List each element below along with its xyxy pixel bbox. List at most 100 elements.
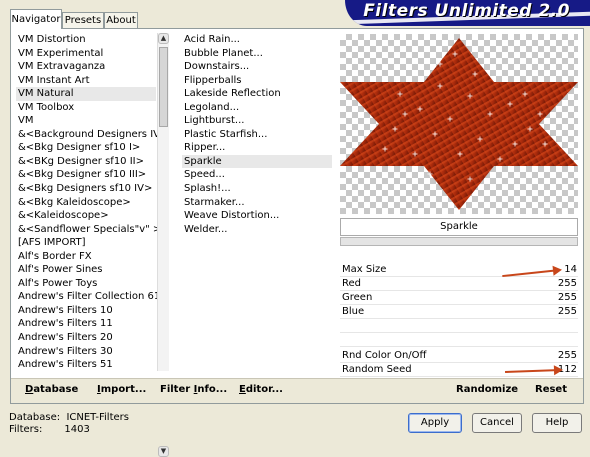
cancel-button[interactable]: Cancel xyxy=(472,413,522,433)
sparkle-mark xyxy=(479,136,481,142)
tab-about[interactable]: About xyxy=(104,12,138,28)
category-item[interactable]: Alf's Power Toys xyxy=(16,277,156,291)
sparkle-mark xyxy=(434,131,436,137)
filter-list[interactable]: Acid Rain... Bubble Planet... Downstairs..… xyxy=(182,33,332,236)
category-item[interactable]: Alf's Power Sines xyxy=(16,263,156,277)
sparkle-mark xyxy=(514,141,516,147)
category-item[interactable]: VM xyxy=(16,114,156,128)
import-link[interactable]: Import... xyxy=(97,384,146,395)
filter-item[interactable]: Legoland... xyxy=(182,101,332,115)
sparkle-mark xyxy=(439,61,441,67)
param-blue[interactable]: Blue 255 xyxy=(340,305,578,319)
category-item[interactable]: &<Bkg Kaleidoscope> xyxy=(16,196,156,210)
filter-item[interactable]: Lakeside Reflection xyxy=(182,87,332,101)
sparkle-mark xyxy=(439,83,441,89)
sparkle-mark xyxy=(544,141,546,147)
param-value: 14 xyxy=(564,264,577,275)
sparkle-mark xyxy=(419,106,421,112)
param-label: Blue xyxy=(342,306,365,317)
category-item[interactable]: VM Toolbox xyxy=(16,101,156,115)
filter-item[interactable]: Sparkle xyxy=(182,154,332,169)
tab-presets[interactable]: Presets xyxy=(62,12,104,28)
category-list[interactable]: VM Distortion VM Experimental VM Extravaga… xyxy=(16,33,168,372)
tab-navigator[interactable]: Navigator xyxy=(10,9,62,29)
param-value: 255 xyxy=(557,278,577,289)
sparkle-mark xyxy=(509,101,511,107)
help-button[interactable]: Help xyxy=(532,413,582,433)
category-item[interactable]: Andrew's Filters 11 xyxy=(16,317,156,331)
banner-title: Filters Unlimited 2.0 xyxy=(363,1,570,21)
sparkle-mark xyxy=(459,151,461,157)
param-label: Max Size xyxy=(342,264,387,275)
category-item[interactable]: VM Distortion xyxy=(16,33,156,47)
param-empty xyxy=(340,333,578,347)
category-item[interactable]: Andrew's Filters 30 xyxy=(16,345,156,359)
param-label: Random Seed xyxy=(342,364,412,375)
param-red[interactable]: Red 255 xyxy=(340,277,578,291)
randomize-link[interactable]: Randomize xyxy=(456,384,518,395)
filter-name-display: Sparkle xyxy=(340,218,578,236)
sparkle-mark xyxy=(524,91,526,97)
filter-item[interactable]: Ripper... xyxy=(182,141,332,155)
param-rnd-color[interactable]: Rnd Color On/Off 255 xyxy=(340,349,578,363)
sparkle-mark xyxy=(539,111,541,117)
apply-button[interactable]: Apply xyxy=(408,413,462,433)
filter-item[interactable]: Downstairs... xyxy=(182,60,332,74)
filter-item[interactable]: Welder... xyxy=(182,223,332,237)
category-item[interactable]: &<Sandflower Specials"v" > xyxy=(16,223,161,237)
scroll-up-icon[interactable]: ▲ xyxy=(158,33,169,44)
database-link[interactable]: Database xyxy=(25,384,78,395)
category-item[interactable]: &<Bkg Designer sf10 I> xyxy=(16,141,156,155)
category-item[interactable]: VM Experimental xyxy=(16,47,156,61)
category-item[interactable]: Andrew's Filters 10 xyxy=(16,304,156,318)
param-label: Red xyxy=(342,278,361,289)
category-item[interactable]: [AFS IMPORT] xyxy=(16,236,156,250)
filter-item[interactable]: Bubble Planet... xyxy=(182,47,332,61)
category-item[interactable]: Alf's Border FX xyxy=(16,250,156,264)
category-item[interactable]: VM Natural xyxy=(16,87,156,101)
sparkle-mark xyxy=(394,126,396,132)
banner: Filters Unlimited 2.0 xyxy=(345,0,590,26)
filter-item[interactable]: Splash!... xyxy=(182,182,332,196)
category-scrollbar[interactable]: ▲ ▼ xyxy=(157,33,169,457)
sparkle-mark xyxy=(384,146,386,152)
param-green[interactable]: Green 255 xyxy=(340,291,578,305)
category-item[interactable]: Andrew's Filters 20 xyxy=(16,331,156,345)
preview-area xyxy=(340,34,578,214)
sparkle-mark xyxy=(404,111,406,117)
sparkle-mark xyxy=(414,151,416,157)
sparkle-mark xyxy=(474,71,476,77)
scroll-thumb[interactable] xyxy=(159,47,168,127)
category-item[interactable]: VM Extravaganza xyxy=(16,60,156,74)
category-item[interactable]: &<BKg Designer sf10 II> xyxy=(16,155,156,169)
filter-info-link[interactable]: Filter Info... xyxy=(160,384,227,395)
sparkle-mark xyxy=(489,111,491,117)
filter-item[interactable]: Flipperballs xyxy=(182,74,332,88)
param-label: Rnd Color On/Off xyxy=(342,350,427,361)
filter-item[interactable]: Starmaker... xyxy=(182,196,332,210)
filter-item[interactable]: Acid Rain... xyxy=(182,33,332,47)
filter-item[interactable]: Plastic Starfish... xyxy=(182,128,332,142)
category-item[interactable]: VM Instant Art xyxy=(16,74,156,88)
category-item[interactable]: &<Bkg Designer sf10 III> xyxy=(16,168,156,182)
preview-slider[interactable] xyxy=(340,237,578,246)
sparkle-mark xyxy=(469,93,471,99)
status-database: Database: ICNET-Filters xyxy=(9,412,129,423)
category-item[interactable]: &<Bkg Designers sf10 IV> xyxy=(16,182,156,196)
param-value: 255 xyxy=(557,292,577,303)
reset-link[interactable]: Reset xyxy=(535,384,567,395)
sparkle-mark xyxy=(429,171,431,177)
scroll-down-icon[interactable]: ▼ xyxy=(158,446,169,457)
filter-item[interactable]: Speed... xyxy=(182,168,332,182)
category-item[interactable]: Andrew's Filters 51 xyxy=(16,358,156,372)
filter-item[interactable]: Weave Distortion... xyxy=(182,209,332,223)
sparkle-mark xyxy=(399,91,401,97)
category-item[interactable]: Andrew's Filter Collection 61 xyxy=(16,290,160,304)
sparkle-mark xyxy=(469,176,471,182)
param-empty xyxy=(340,319,578,333)
editor-link[interactable]: Editor... xyxy=(239,384,283,395)
category-item[interactable]: &<Kaleidoscope> xyxy=(16,209,156,223)
filter-item[interactable]: Lightburst... xyxy=(182,114,332,128)
param-value: 255 xyxy=(557,306,577,317)
category-item[interactable]: &<Background Designers IV> xyxy=(16,128,168,142)
